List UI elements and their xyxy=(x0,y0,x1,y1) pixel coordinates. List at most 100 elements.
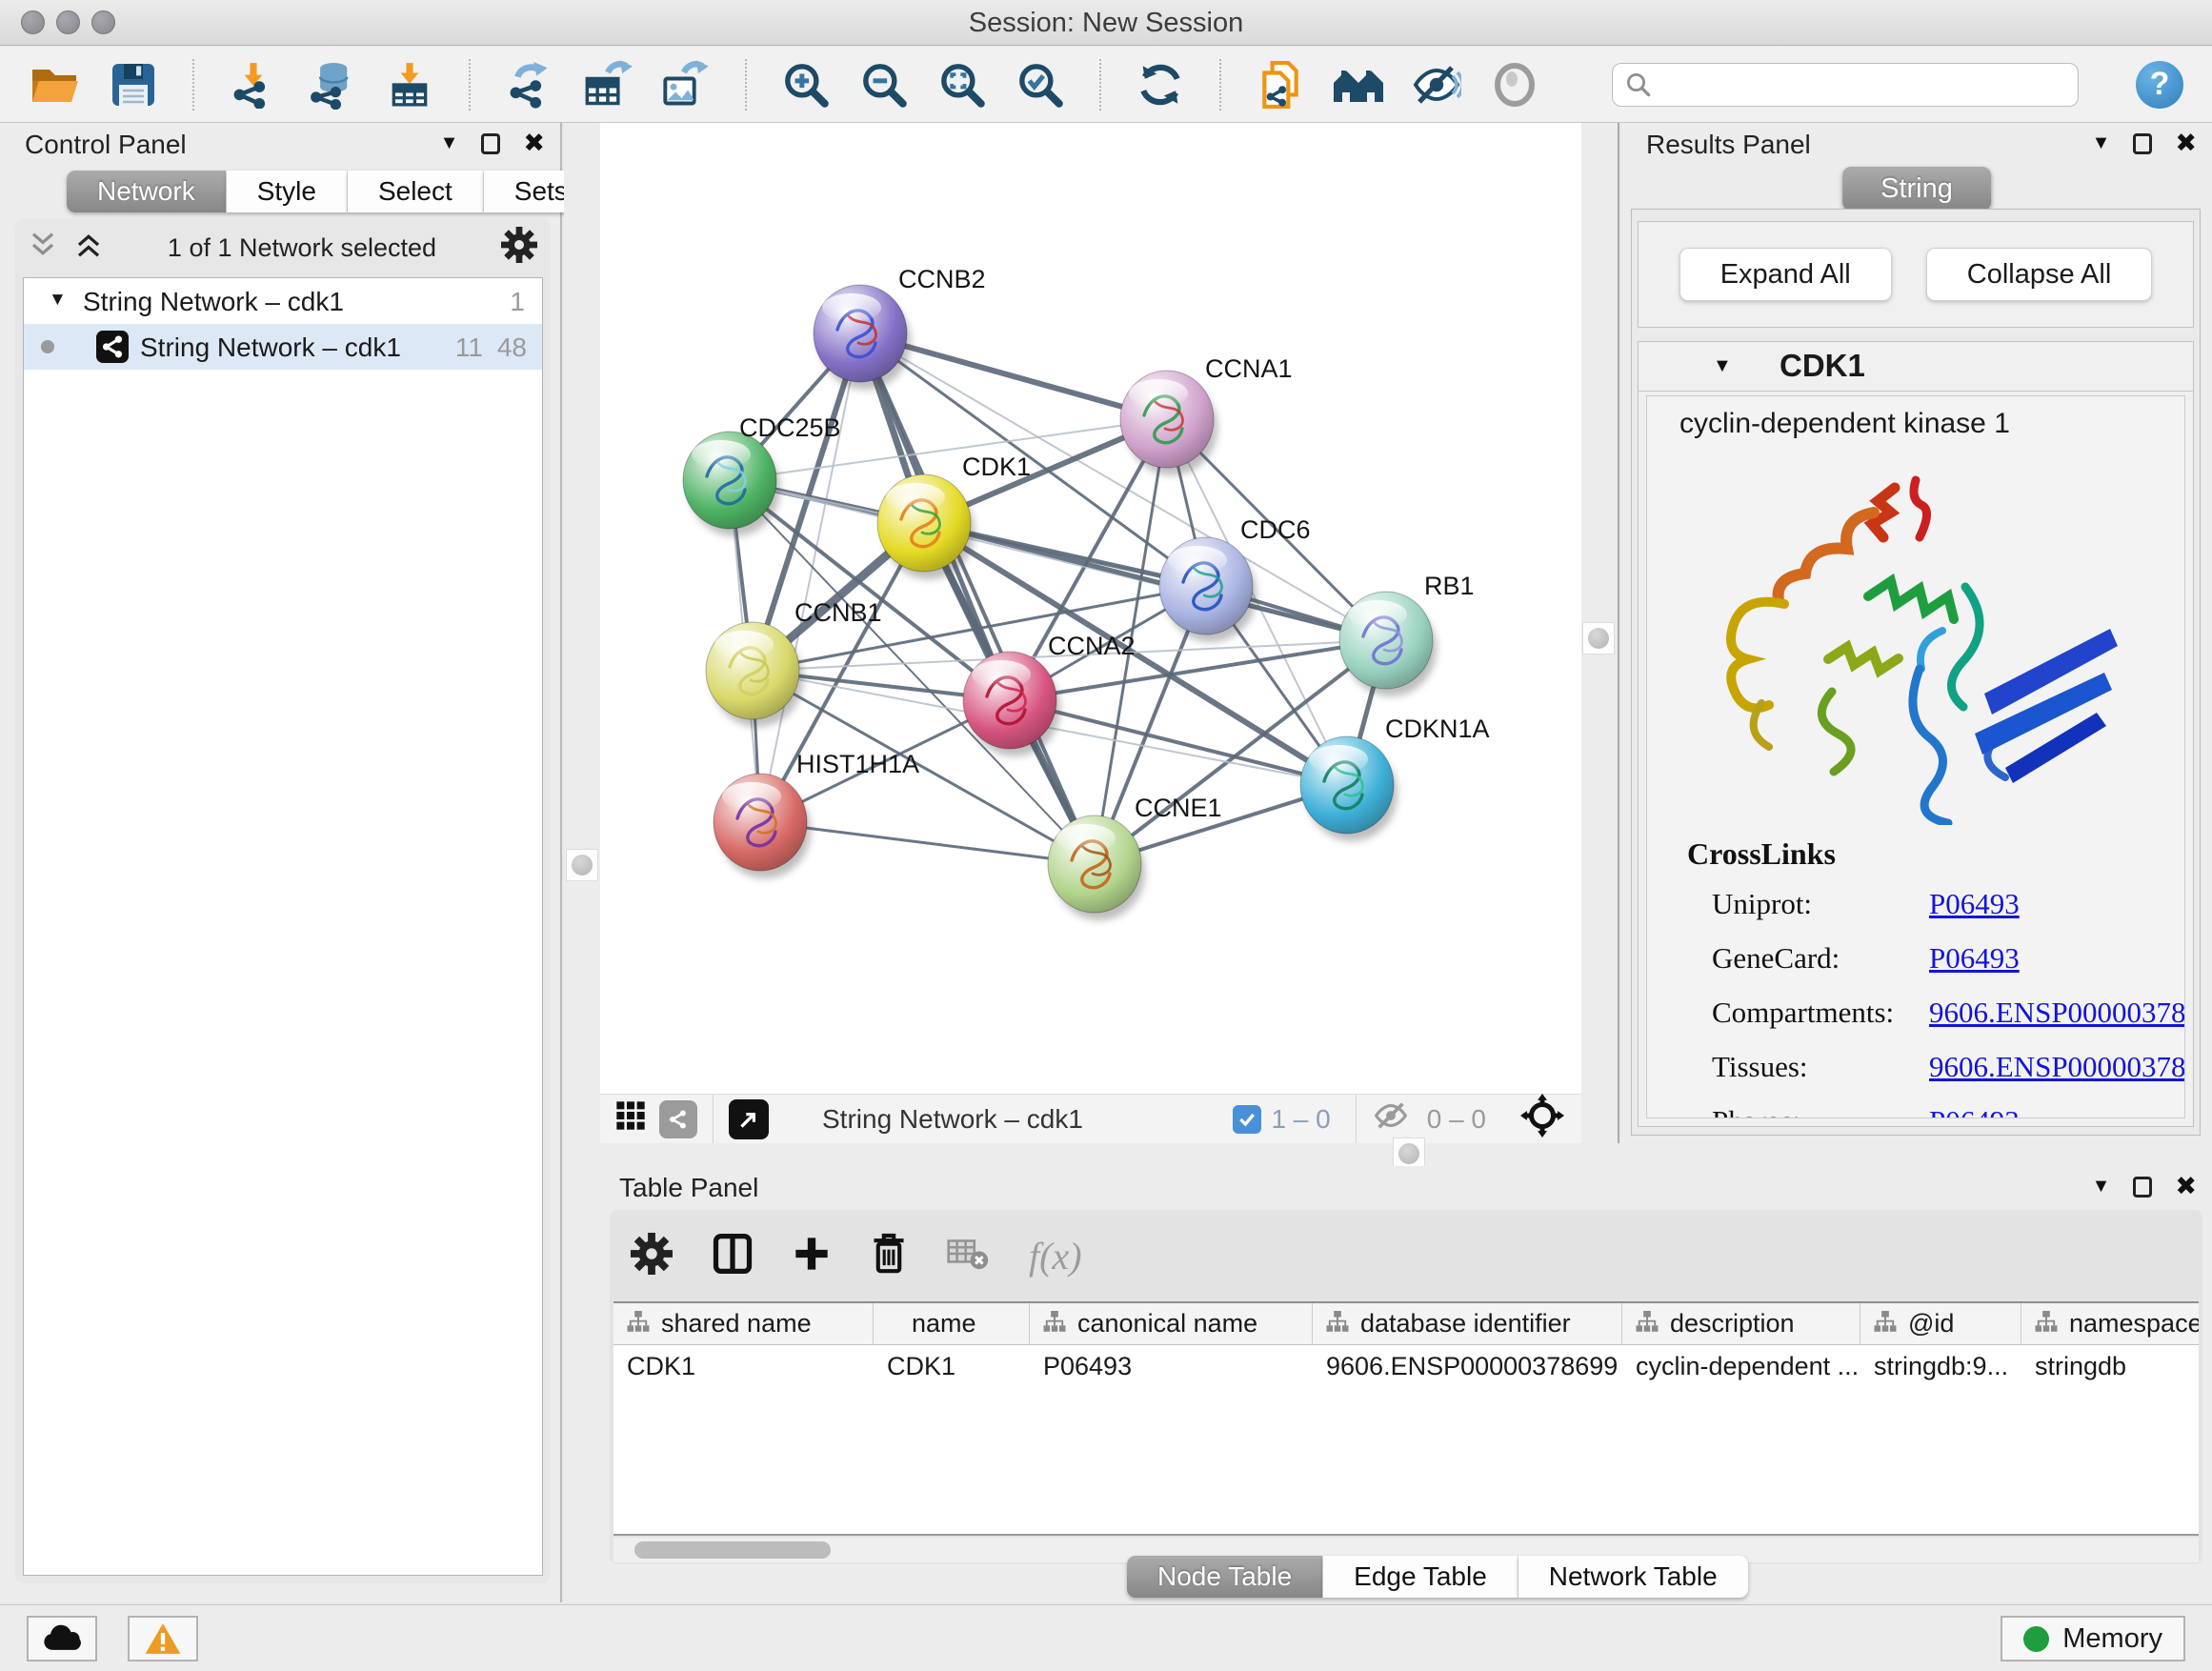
fit-content-crosshair-icon[interactable] xyxy=(1520,1094,1564,1144)
delete-column-trash-icon[interactable] xyxy=(871,1233,907,1279)
table-cell[interactable]: 9606.ENSP00000378699 xyxy=(1313,1345,1622,1387)
left-splitter[interactable] xyxy=(564,123,600,1602)
entry-caret-icon[interactable]: ▼ xyxy=(1713,355,1732,377)
node-CDKN1A[interactable]: CDKN1A xyxy=(1300,715,1490,841)
import-database-icon[interactable] xyxy=(305,58,358,111)
grid-view-icon[interactable] xyxy=(615,1100,646,1137)
tab-network[interactable]: Network xyxy=(67,171,227,212)
panel-menu-icon[interactable]: ▼ xyxy=(2092,132,2111,154)
node-RB1[interactable]: RB1 xyxy=(1339,572,1475,696)
column-header-database-identifier[interactable]: database identifier xyxy=(1313,1303,1622,1344)
zoom-out-icon[interactable] xyxy=(857,58,911,111)
column-header--id[interactable]: @id xyxy=(1860,1303,2021,1344)
warnings-button[interactable] xyxy=(128,1616,198,1661)
zoom-selected-icon[interactable] xyxy=(1014,58,1067,111)
network-row[interactable]: String Network – cdk1 11 48 xyxy=(24,324,542,370)
open-session-icon[interactable] xyxy=(29,58,82,111)
birds-eye-view-icon[interactable] xyxy=(729,1099,769,1139)
close-panel-icon[interactable]: ✖ xyxy=(2175,1172,2197,1201)
column-header-shared-name[interactable]: shared name xyxy=(613,1303,874,1344)
help-button[interactable]: ? xyxy=(2136,61,2183,109)
search-field[interactable] xyxy=(1660,70,2066,99)
table-cell[interactable]: P06493 xyxy=(1030,1345,1313,1387)
tab-string[interactable]: String xyxy=(1842,167,1991,211)
tab-edge-table[interactable]: Edge Table xyxy=(1323,1556,1518,1598)
collapse-all-button[interactable]: Collapse All xyxy=(1926,248,2153,301)
selected-checkbox-icon[interactable] xyxy=(1233,1105,1261,1134)
export-network-icon[interactable] xyxy=(503,58,556,111)
export-image-icon[interactable] xyxy=(659,58,713,111)
splitter-handle[interactable] xyxy=(1582,622,1615,654)
hide-selected-eye-icon[interactable] xyxy=(1410,58,1463,111)
entry-name: CDK1 xyxy=(1780,348,1865,384)
float-panel-icon[interactable] xyxy=(481,133,500,154)
table-cell[interactable]: stringdb:9... xyxy=(1860,1345,2021,1387)
table-cell[interactable]: CDK1 xyxy=(613,1345,874,1387)
add-column-icon[interactable] xyxy=(793,1235,831,1278)
float-panel-icon[interactable] xyxy=(2133,133,2152,154)
import-table-icon[interactable] xyxy=(383,58,436,111)
node-CCNB2[interactable]: CCNB2 xyxy=(814,265,986,390)
close-panel-icon[interactable]: ✖ xyxy=(523,129,545,158)
tab-network-table[interactable]: Network Table xyxy=(1518,1556,1748,1598)
string-view-icon[interactable] xyxy=(659,1100,697,1138)
table-cell[interactable]: stringdb xyxy=(2021,1345,2199,1387)
tab-select[interactable]: Select xyxy=(348,171,484,212)
crosslink-value-link[interactable]: P06493 xyxy=(1929,887,2020,921)
column-label: canonical name xyxy=(1077,1309,1257,1339)
splitter-handle[interactable] xyxy=(1393,1137,1425,1170)
column-header-description[interactable]: description xyxy=(1622,1303,1860,1344)
table-cell[interactable]: CDK1 xyxy=(874,1345,1030,1387)
crosslink-value-link[interactable]: 9606.ENSP00000378699 xyxy=(1929,1050,2185,1084)
node-CCNE1[interactable]: CCNE1 xyxy=(1048,794,1222,920)
table-settings-gear-icon[interactable] xyxy=(631,1233,673,1279)
show-all-eye-icon[interactable] xyxy=(1488,58,1541,111)
splitter-handle[interactable] xyxy=(566,849,598,881)
table-row[interactable]: CDK1CDK1P064939606.ENSP00000378699cyclin… xyxy=(613,1345,2199,1387)
crosslink-value-link[interactable]: P06493 xyxy=(1929,941,2020,976)
tab-style[interactable]: Style xyxy=(227,171,348,212)
search-input[interactable] xyxy=(1612,63,2079,107)
clone-network-icon[interactable] xyxy=(1254,58,1307,111)
node-label-RB1: RB1 xyxy=(1424,572,1475,600)
zoom-fit-icon[interactable] xyxy=(935,58,989,111)
collection-caret-icon[interactable]: ▼ xyxy=(49,290,67,311)
column-header-name[interactable]: name xyxy=(874,1303,1030,1344)
crosslink-value-link[interactable]: P06493 xyxy=(1929,1104,2020,1118)
node-CDK1[interactable]: CDK1 xyxy=(877,453,1031,579)
column-header-namespace[interactable]: namespace xyxy=(2021,1303,2199,1344)
right-splitter[interactable] xyxy=(1581,123,1619,1143)
expand-all-networks-icon[interactable] xyxy=(74,232,103,265)
import-network-icon[interactable] xyxy=(227,58,280,111)
node-CDC6[interactable]: CDC6 xyxy=(1159,515,1311,642)
save-session-icon[interactable] xyxy=(107,58,160,111)
home-icon[interactable] xyxy=(1332,58,1385,111)
memory-button[interactable]: Memory xyxy=(2001,1616,2185,1661)
cloud-button[interactable] xyxy=(27,1616,97,1661)
scrollbar-thumb[interactable] xyxy=(634,1541,831,1559)
horizontal-splitter[interactable] xyxy=(600,1143,2212,1166)
table-cell[interactable]: cyclin-dependent ... xyxy=(1622,1345,1860,1387)
close-panel-icon[interactable]: ✖ xyxy=(2175,129,2197,158)
refresh-icon[interactable] xyxy=(1134,58,1187,111)
network-collection-row[interactable]: ▼ String Network – cdk1 1 xyxy=(24,278,542,324)
node-CCNA1[interactable]: CCNA1 xyxy=(1120,354,1293,475)
network-options-gear-icon[interactable] xyxy=(501,227,537,270)
float-panel-icon[interactable] xyxy=(2133,1177,2152,1198)
node-CCNB1[interactable]: CCNB1 xyxy=(706,598,882,727)
edge-CDK1-RB1[interactable] xyxy=(924,523,1386,640)
crosslink-value-link[interactable]: 9606.ENSP00000378699 xyxy=(1929,996,2185,1030)
network-canvas[interactable]: CCNB2CCNA1CDC25BCDK1CDC6RB1CCNB1CCNA2CDK… xyxy=(600,123,1581,1094)
panel-menu-icon[interactable]: ▼ xyxy=(2092,1176,2111,1198)
collapse-all-networks-icon[interactable] xyxy=(29,232,57,265)
panel-menu-icon[interactable]: ▼ xyxy=(440,132,459,154)
zoom-in-icon[interactable] xyxy=(779,58,833,111)
node-HIST1H1A[interactable]: HIST1H1A xyxy=(714,750,919,878)
column-header-canonical-name[interactable]: canonical name xyxy=(1030,1303,1313,1344)
export-table-icon[interactable] xyxy=(581,58,634,111)
show-columns-icon[interactable] xyxy=(713,1233,753,1279)
cdk1-entry-header[interactable]: ▼ CDK1 xyxy=(1639,342,2193,392)
expand-all-button[interactable]: Expand All xyxy=(1679,248,1892,301)
tab-node-table[interactable]: Node Table xyxy=(1127,1556,1323,1598)
edge-CCNB2-CCNE1[interactable] xyxy=(860,333,1095,864)
